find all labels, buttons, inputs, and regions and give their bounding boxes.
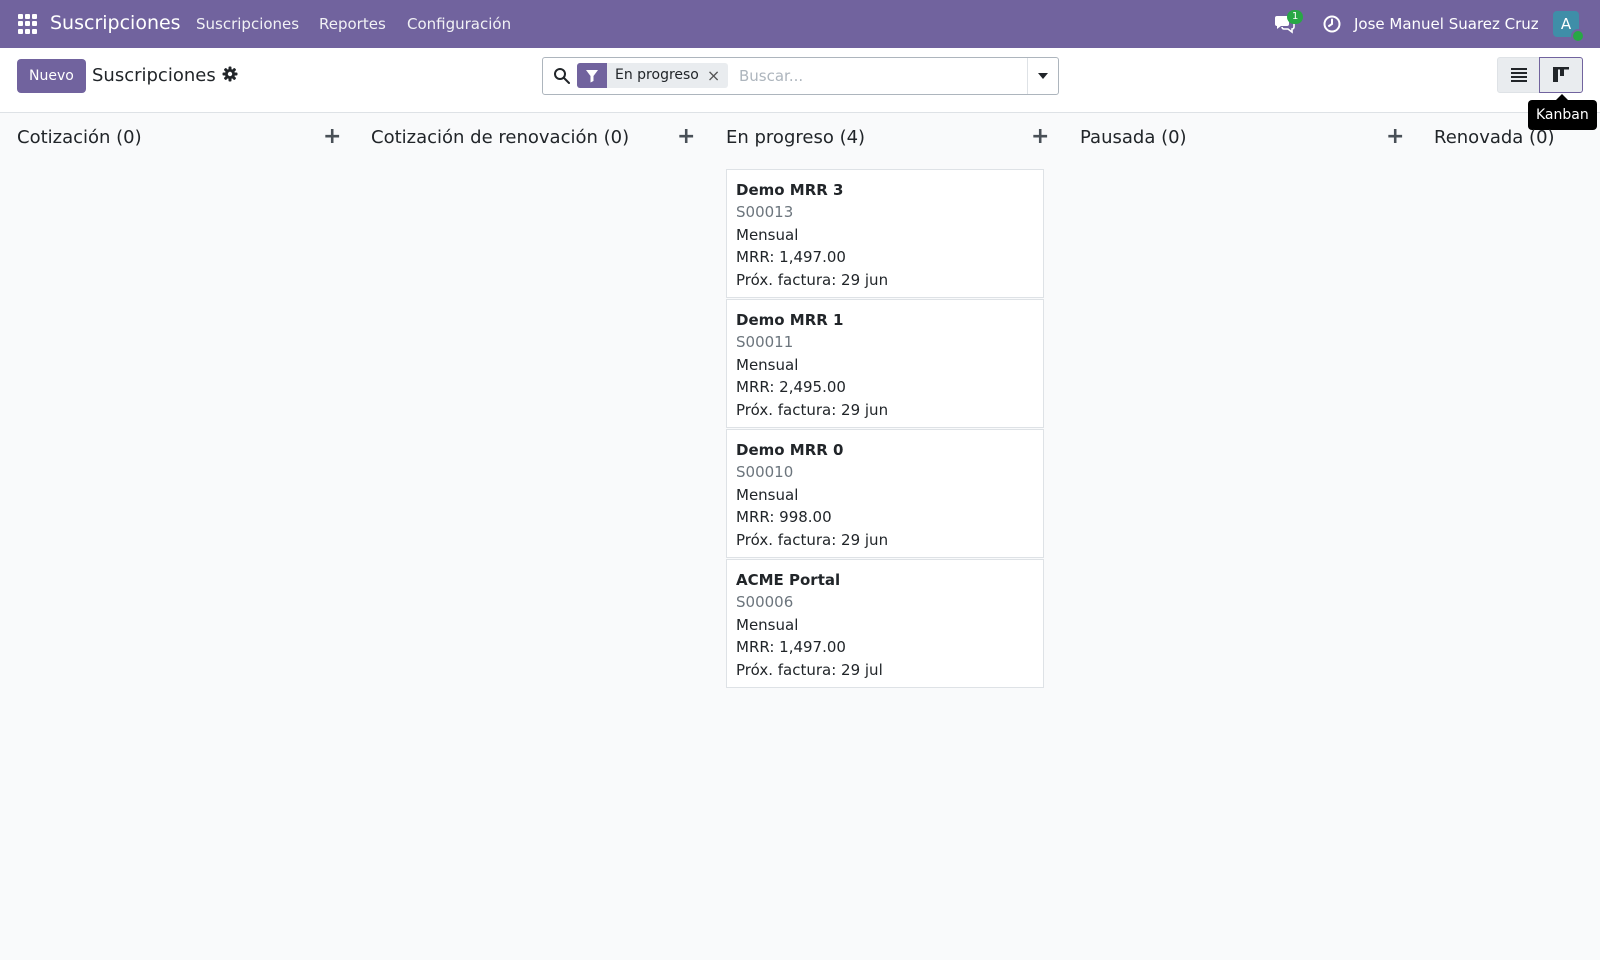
card-mrr: MRR: 998.00 xyxy=(736,508,832,527)
kanban-card[interactable]: Demo MRR 0 S00010 Mensual MRR: 998.00 Pr… xyxy=(726,429,1044,558)
apps-menu-icon[interactable] xyxy=(18,14,38,34)
card-reference: S00010 xyxy=(736,463,794,482)
filter-facet-label: En progreso xyxy=(615,67,699,83)
page-title: Suscripciones xyxy=(92,65,216,86)
search-bar: En progreso × xyxy=(542,57,1059,95)
column-header-pausada[interactable]: Pausada (0) xyxy=(1080,127,1187,148)
column-add-icon[interactable]: + xyxy=(323,124,341,149)
card-title: Demo MRR 1 xyxy=(736,311,844,329)
kanban-icon xyxy=(1553,67,1569,82)
card-mrr: MRR: 2,495.00 xyxy=(736,378,846,397)
kanban-card[interactable]: Demo MRR 1 S00011 Mensual MRR: 2,495.00 … xyxy=(726,299,1044,428)
kanban-tooltip: Kanban xyxy=(1528,94,1597,130)
card-reference: S00006 xyxy=(736,593,794,612)
user-name[interactable]: Jose Manuel Suarez Cruz xyxy=(1354,15,1539,33)
card-reference: S00013 xyxy=(736,203,794,222)
clock-icon[interactable] xyxy=(1323,15,1341,33)
card-title: Demo MRR 3 xyxy=(736,181,844,199)
card-plan: Mensual xyxy=(736,615,799,634)
list-view-button[interactable] xyxy=(1497,57,1541,93)
list-icon xyxy=(1511,68,1527,82)
kanban-card[interactable]: Demo MRR 3 S00013 Mensual MRR: 1,497.00 … xyxy=(726,169,1044,298)
kanban-view-button[interactable] xyxy=(1539,57,1583,93)
column-add-icon[interactable]: + xyxy=(1386,124,1404,149)
status-online-icon xyxy=(1571,29,1585,43)
card-mrr: MRR: 1,497.00 xyxy=(736,248,846,267)
card-next-invoice: Próx. factura: 29 jun xyxy=(736,270,889,289)
card-next-invoice: Próx. factura: 29 jul xyxy=(736,660,883,679)
menu-reportes[interactable]: Reportes xyxy=(319,15,386,33)
filter-facet: En progreso × xyxy=(577,63,729,88)
card-mrr: MRR: 1,497.00 xyxy=(736,638,846,657)
column-add-icon[interactable]: + xyxy=(677,124,695,149)
card-next-invoice: Próx. factura: 29 jun xyxy=(736,530,889,549)
column-add-icon[interactable]: + xyxy=(1031,124,1049,149)
search-icon[interactable] xyxy=(553,67,570,84)
gear-icon[interactable] xyxy=(222,66,238,82)
top-navbar: Suscripciones Suscripciones Reportes Con… xyxy=(0,0,1600,48)
menu-configuracion[interactable]: Configuración xyxy=(407,15,511,33)
search-options-toggle[interactable] xyxy=(1027,58,1058,94)
filter-icon xyxy=(577,63,607,88)
card-reference: S00011 xyxy=(736,333,794,352)
menu-suscripciones[interactable]: Suscripciones xyxy=(196,15,299,33)
card-plan: Mensual xyxy=(736,355,799,374)
card-title: Demo MRR 0 xyxy=(736,441,844,459)
kanban-card[interactable]: ACME Portal S00006 Mensual MRR: 1,497.00… xyxy=(726,559,1044,688)
search-input[interactable] xyxy=(737,64,1011,88)
column-header-cotizacion[interactable]: Cotización (0) xyxy=(17,127,142,148)
new-button[interactable]: Nuevo xyxy=(17,59,86,93)
column-header-en-progreso[interactable]: En progreso (4) xyxy=(726,127,865,148)
facet-remove-icon[interactable]: × xyxy=(707,63,728,88)
app-brand[interactable]: Suscripciones xyxy=(50,12,181,34)
card-title: ACME Portal xyxy=(736,571,841,589)
card-plan: Mensual xyxy=(736,485,799,504)
card-plan: Mensual xyxy=(736,225,799,244)
card-next-invoice: Próx. factura: 29 jun xyxy=(736,400,889,419)
control-panel: Nuevo Suscripciones En progreso × xyxy=(0,48,1600,113)
column-header-renovada[interactable]: Renovada (0) xyxy=(1434,127,1555,148)
chat-badge: 1 xyxy=(1287,10,1304,24)
column-header-cotizacion-renovacion[interactable]: Cotización de renovación (0) xyxy=(371,127,629,148)
